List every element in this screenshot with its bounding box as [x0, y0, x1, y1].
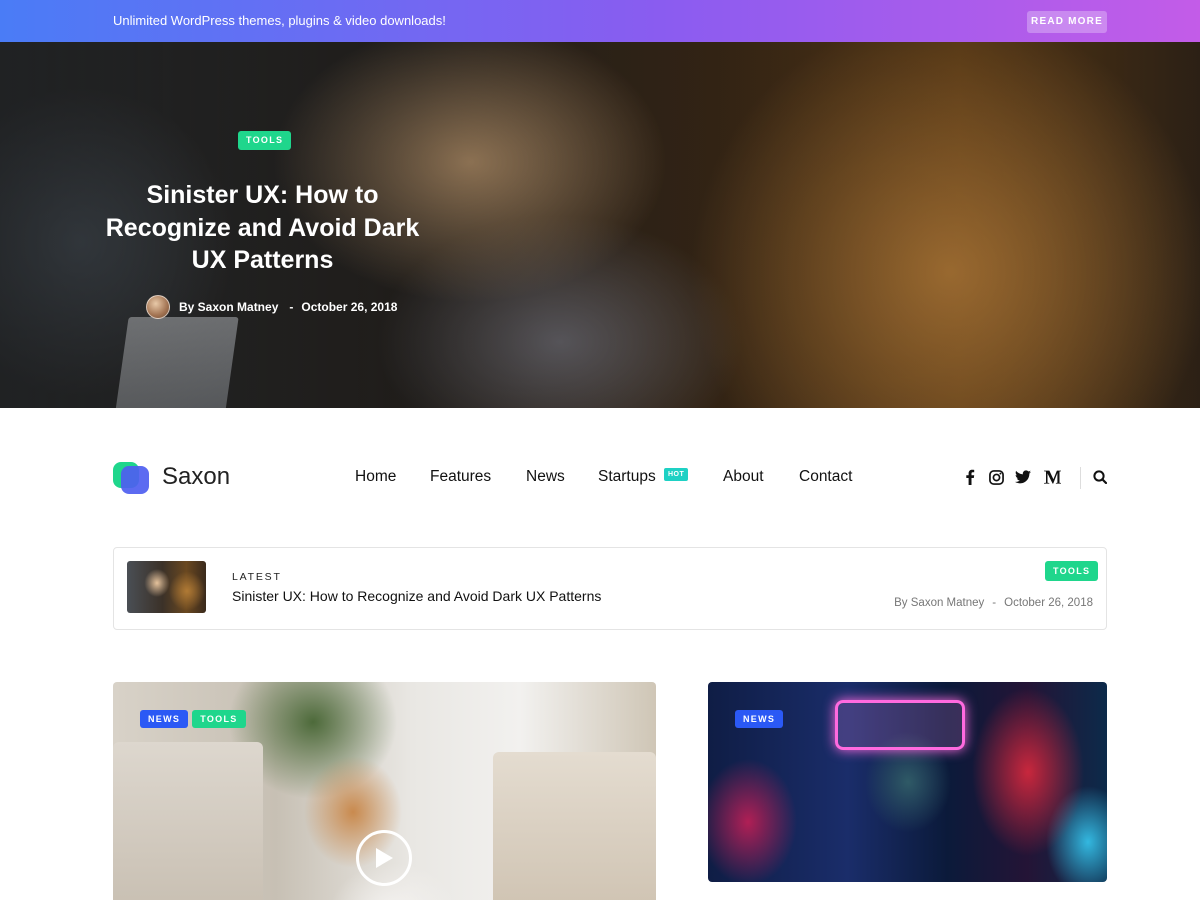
card-tags: NEWS	[735, 710, 784, 728]
latest-post-title[interactable]: Sinister UX: How to Recognize and Avoid …	[232, 588, 601, 604]
latest-label: LATEST	[232, 571, 282, 583]
category-tag-news[interactable]: NEWS	[140, 710, 189, 728]
category-tag-tools[interactable]: TOOLS	[192, 710, 246, 728]
medium-icon[interactable]	[1043, 468, 1061, 486]
nav-about[interactable]: About	[723, 468, 764, 490]
hero-date: October 26, 2018	[301, 300, 398, 314]
meta-separator: -	[992, 597, 997, 609]
hero-category-tag[interactable]: TOOLS	[238, 131, 292, 150]
site-brand[interactable]: Saxon	[162, 463, 230, 491]
promo-bar: Unlimited WordPress themes, plugins & vi…	[0, 0, 1200, 42]
hero-featured-post[interactable]: TOOLS Sinister UX: How to Recognize and …	[0, 42, 1200, 408]
hot-badge: HOT	[664, 468, 689, 481]
category-tag-news[interactable]: NEWS	[735, 710, 784, 728]
search-icon[interactable]	[1091, 468, 1109, 486]
nav-home[interactable]: Home	[355, 468, 396, 490]
site-logo-icon[interactable]	[113, 461, 153, 495]
nav-contact[interactable]: Contact	[799, 468, 852, 490]
nav-startups[interactable]: Startups	[598, 468, 656, 490]
header-divider	[1080, 467, 1081, 489]
latest-author[interactable]: By Saxon Matney	[894, 597, 984, 609]
nav-news[interactable]: News	[526, 468, 565, 490]
instagram-icon[interactable]	[987, 468, 1005, 486]
promo-text: Unlimited WordPress themes, plugins & vi…	[113, 13, 446, 28]
hero-author[interactable]: By Saxon Matney	[179, 300, 278, 314]
hero-title[interactable]: Sinister UX: How to Recognize and Avoid …	[100, 179, 425, 277]
nav-features[interactable]: Features	[430, 468, 491, 490]
hero-meta: By Saxon Matney - October 26, 2018	[146, 295, 397, 319]
author-avatar[interactable]	[146, 295, 170, 319]
latest-meta: By Saxon Matney - October 26, 2018	[894, 597, 1093, 609]
twitter-icon[interactable]	[1014, 468, 1032, 486]
card-tags: NEWS TOOLS	[140, 710, 246, 728]
play-icon[interactable]	[356, 830, 412, 886]
latest-post-thumbnail[interactable]	[127, 561, 206, 613]
neon-glasses-image	[835, 700, 965, 750]
latest-date: October 26, 2018	[1004, 597, 1093, 609]
read-more-button[interactable]: READ MORE	[1027, 11, 1107, 33]
facebook-icon[interactable]	[961, 468, 979, 486]
meta-separator: -	[289, 300, 294, 314]
latest-category-tag[interactable]: TOOLS	[1045, 561, 1099, 581]
